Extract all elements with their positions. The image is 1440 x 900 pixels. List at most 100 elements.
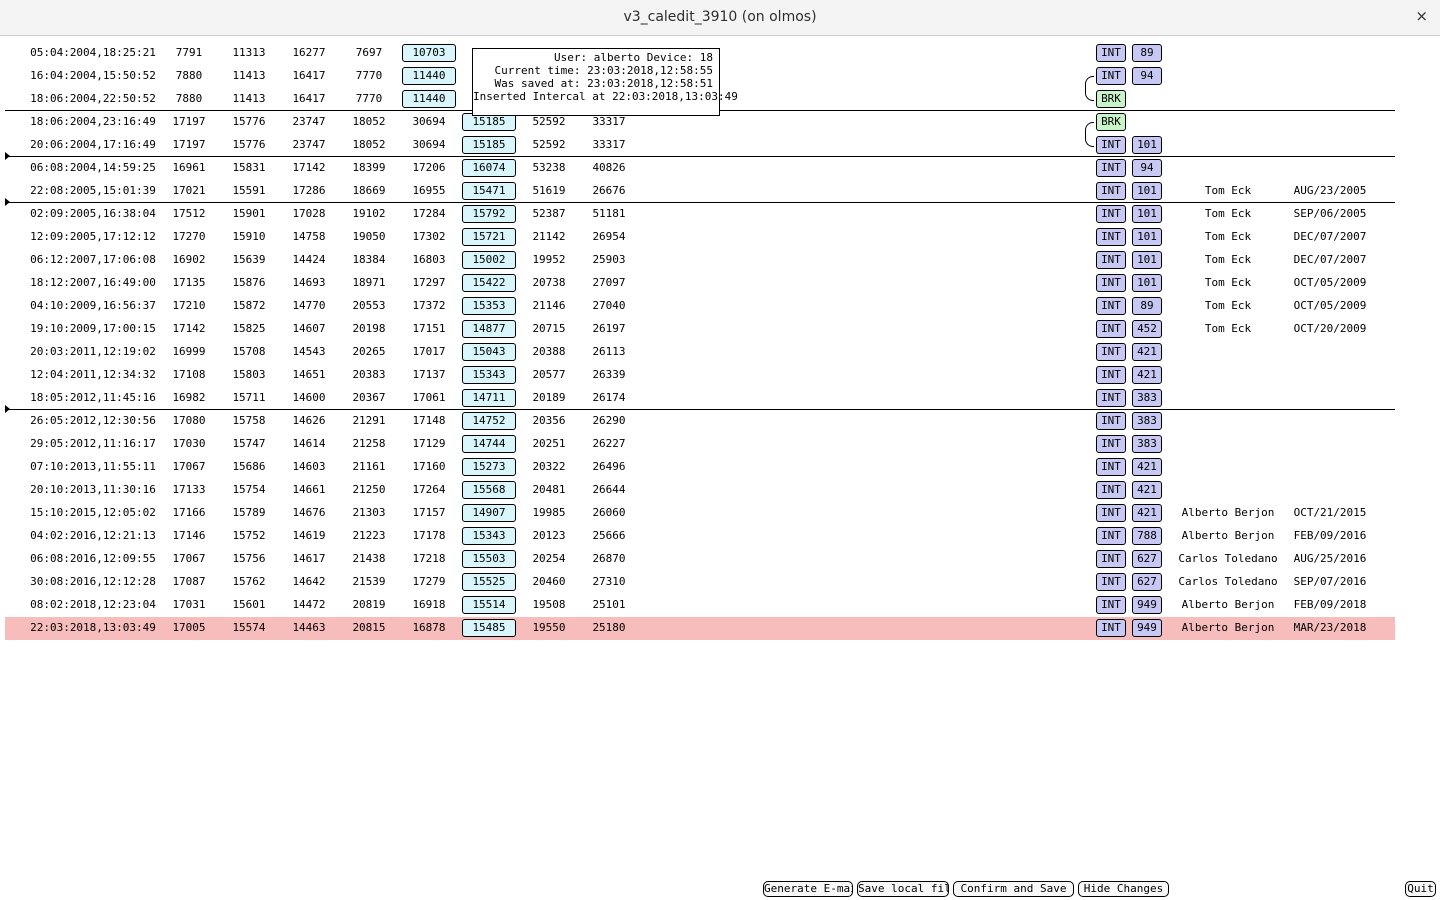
device-badge[interactable]: 788	[1132, 527, 1162, 545]
device-badge[interactable]: 421	[1132, 458, 1162, 476]
table-row[interactable]: 12:04:2011,12:34:32 17108 15803 14651 20383 1…	[5, 364, 1395, 387]
int-badge[interactable]: INT	[1096, 320, 1126, 338]
device-badge[interactable]: 94	[1132, 159, 1162, 177]
generate-email-button[interactable]: Generate E-mail	[763, 881, 853, 897]
value-box[interactable]: 15485	[462, 619, 516, 637]
value-box[interactable]: 10703	[402, 44, 456, 62]
table-row[interactable]: 22:08:2005,15:01:39 17021 15591 17286 18669 1…	[5, 180, 1395, 203]
device-badge[interactable]: 94	[1132, 67, 1162, 85]
device-badge[interactable]: 383	[1132, 389, 1162, 407]
int-badge[interactable]: INT	[1096, 550, 1126, 568]
int-badge[interactable]: INT	[1096, 527, 1126, 545]
device-badge[interactable]: 421	[1132, 343, 1162, 361]
int-badge[interactable]: INT	[1096, 366, 1126, 384]
device-badge[interactable]: 89	[1132, 297, 1162, 315]
value-box[interactable]: 16074	[462, 159, 516, 177]
device-badge[interactable]: 949	[1132, 619, 1162, 637]
device-badge[interactable]: 421	[1132, 366, 1162, 384]
value-box[interactable]: 15185	[462, 136, 516, 154]
value-box[interactable]: 15525	[462, 573, 516, 591]
device-badge[interactable]: 101	[1132, 274, 1162, 292]
int-badge[interactable]: INT	[1096, 228, 1126, 246]
table-row[interactable]: 26:05:2012,12:30:56 17080 15758 14626 21291 1…	[5, 410, 1395, 433]
int-badge[interactable]: INT	[1096, 182, 1126, 200]
table-row[interactable]: 06:08:2016,12:09:55 17067 15756 14617 21438 1…	[5, 548, 1395, 571]
value-box[interactable]: 15792	[462, 205, 516, 223]
value-box[interactable]: 14752	[462, 412, 516, 430]
int-badge[interactable]: INT	[1096, 596, 1126, 614]
device-badge[interactable]: 627	[1132, 573, 1162, 591]
table-row[interactable]: 22:03:2018,13:03:49 17005 15574 14463 20815 1…	[5, 617, 1395, 640]
int-badge[interactable]: INT	[1096, 504, 1126, 522]
brk-badge[interactable]: BRK	[1096, 90, 1126, 108]
int-badge[interactable]: INT	[1096, 274, 1126, 292]
table-row[interactable]: 20:03:2011,12:19:02 16999 15708 14543 20265 1…	[5, 341, 1395, 364]
int-badge[interactable]: INT	[1096, 435, 1126, 453]
device-badge[interactable]: 421	[1132, 504, 1162, 522]
table-row[interactable]: 02:09:2005,16:38:04 17512 15901 17028 19102 1…	[5, 203, 1395, 226]
value-box[interactable]: 15353	[462, 297, 516, 315]
value-box[interactable]: 14907	[462, 504, 516, 522]
device-badge[interactable]: 452	[1132, 320, 1162, 338]
int-badge[interactable]: INT	[1096, 205, 1126, 223]
value-box[interactable]: 15514	[462, 596, 516, 614]
int-badge[interactable]: INT	[1096, 458, 1126, 476]
device-badge[interactable]: 101	[1132, 251, 1162, 269]
value-box[interactable]: 14711	[462, 389, 516, 407]
device-badge[interactable]: 101	[1132, 182, 1162, 200]
close-icon[interactable]: ×	[1415, 7, 1428, 25]
int-badge[interactable]: INT	[1096, 481, 1126, 499]
device-badge[interactable]: 383	[1132, 412, 1162, 430]
device-badge[interactable]: 101	[1132, 228, 1162, 246]
int-badge[interactable]: INT	[1096, 44, 1126, 62]
int-badge[interactable]: INT	[1096, 412, 1126, 430]
value-box[interactable]: 15422	[462, 274, 516, 292]
device-badge[interactable]: 89	[1132, 44, 1162, 62]
quit-button[interactable]: Quit	[1405, 881, 1436, 897]
device-badge[interactable]: 421	[1132, 481, 1162, 499]
int-badge[interactable]: INT	[1096, 67, 1126, 85]
table-row[interactable]: 12:09:2005,17:12:12 17270 15910 14758 19050 1…	[5, 226, 1395, 249]
save-local-file-button[interactable]: Save local file	[857, 881, 949, 897]
table-row[interactable]: 29:05:2012,11:16:17 17030 15747 14614 21258 1…	[5, 433, 1395, 456]
device-badge[interactable]: 101	[1132, 205, 1162, 223]
value-box[interactable]: 14877	[462, 320, 516, 338]
value-box[interactable]: 15471	[462, 182, 516, 200]
value-box[interactable]: 11440	[402, 67, 456, 85]
int-badge[interactable]: INT	[1096, 297, 1126, 315]
int-badge[interactable]: INT	[1096, 136, 1126, 154]
table-row[interactable]: 06:12:2007,17:06:08 16902 15639 14424 18384 1…	[5, 249, 1395, 272]
int-badge[interactable]: INT	[1096, 343, 1126, 361]
value-box[interactable]: 15273	[462, 458, 516, 476]
table-row[interactable]: 04:10:2009,16:56:37 17210 15872 14770 20553 1…	[5, 295, 1395, 318]
value-box[interactable]: 11440	[402, 90, 456, 108]
table-row[interactable]: 20:06:2004,17:16:49 17197 15776 23747 18052 3…	[5, 134, 1395, 157]
int-badge[interactable]: INT	[1096, 573, 1126, 591]
table-row[interactable]: 15:10:2015,12:05:02 17166 15789 14676 21303 1…	[5, 502, 1395, 525]
device-badge[interactable]: 627	[1132, 550, 1162, 568]
value-box[interactable]: 15721	[462, 228, 516, 246]
value-box[interactable]: 15503	[462, 550, 516, 568]
value-box[interactable]: 14744	[462, 435, 516, 453]
int-badge[interactable]: INT	[1096, 159, 1126, 177]
int-badge[interactable]: INT	[1096, 619, 1126, 637]
table-row[interactable]: 30:08:2016,12:12:28 17087 15762 14642 21539 1…	[5, 571, 1395, 594]
int-badge[interactable]: INT	[1096, 251, 1126, 269]
value-box[interactable]: 15343	[462, 527, 516, 545]
confirm-and-save-button[interactable]: Confirm and Save	[953, 881, 1074, 897]
table-row[interactable]: 04:02:2016,12:21:13 17146 15752 14619 21223 1…	[5, 525, 1395, 548]
table-row[interactable]: 19:10:2009,17:00:15 17142 15825 14607 20198 1…	[5, 318, 1395, 341]
value-box[interactable]: 15568	[462, 481, 516, 499]
value-box[interactable]: 15043	[462, 343, 516, 361]
value-box[interactable]: 15343	[462, 366, 516, 384]
table-row[interactable]: 18:12:2007,16:49:00 17135 15876 14693 18971 1…	[5, 272, 1395, 295]
device-badge[interactable]: 949	[1132, 596, 1162, 614]
table-row[interactable]: 18:05:2012,11:45:16 16982 15711 14600 20367 1…	[5, 387, 1395, 410]
table-row[interactable]: 06:08:2004,14:59:25 16961 15831 17142 18399 1…	[5, 157, 1395, 180]
device-badge[interactable]: 101	[1132, 136, 1162, 154]
table-row[interactable]: 07:10:2013,11:55:11 17067 15686 14603 21161 1…	[5, 456, 1395, 479]
table-row[interactable]: 08:02:2018,12:23:04 17031 15601 14472 20819 1…	[5, 594, 1395, 617]
hide-changes-button[interactable]: Hide Changes	[1078, 881, 1169, 897]
device-badge[interactable]: 383	[1132, 435, 1162, 453]
int-badge[interactable]: INT	[1096, 389, 1126, 407]
